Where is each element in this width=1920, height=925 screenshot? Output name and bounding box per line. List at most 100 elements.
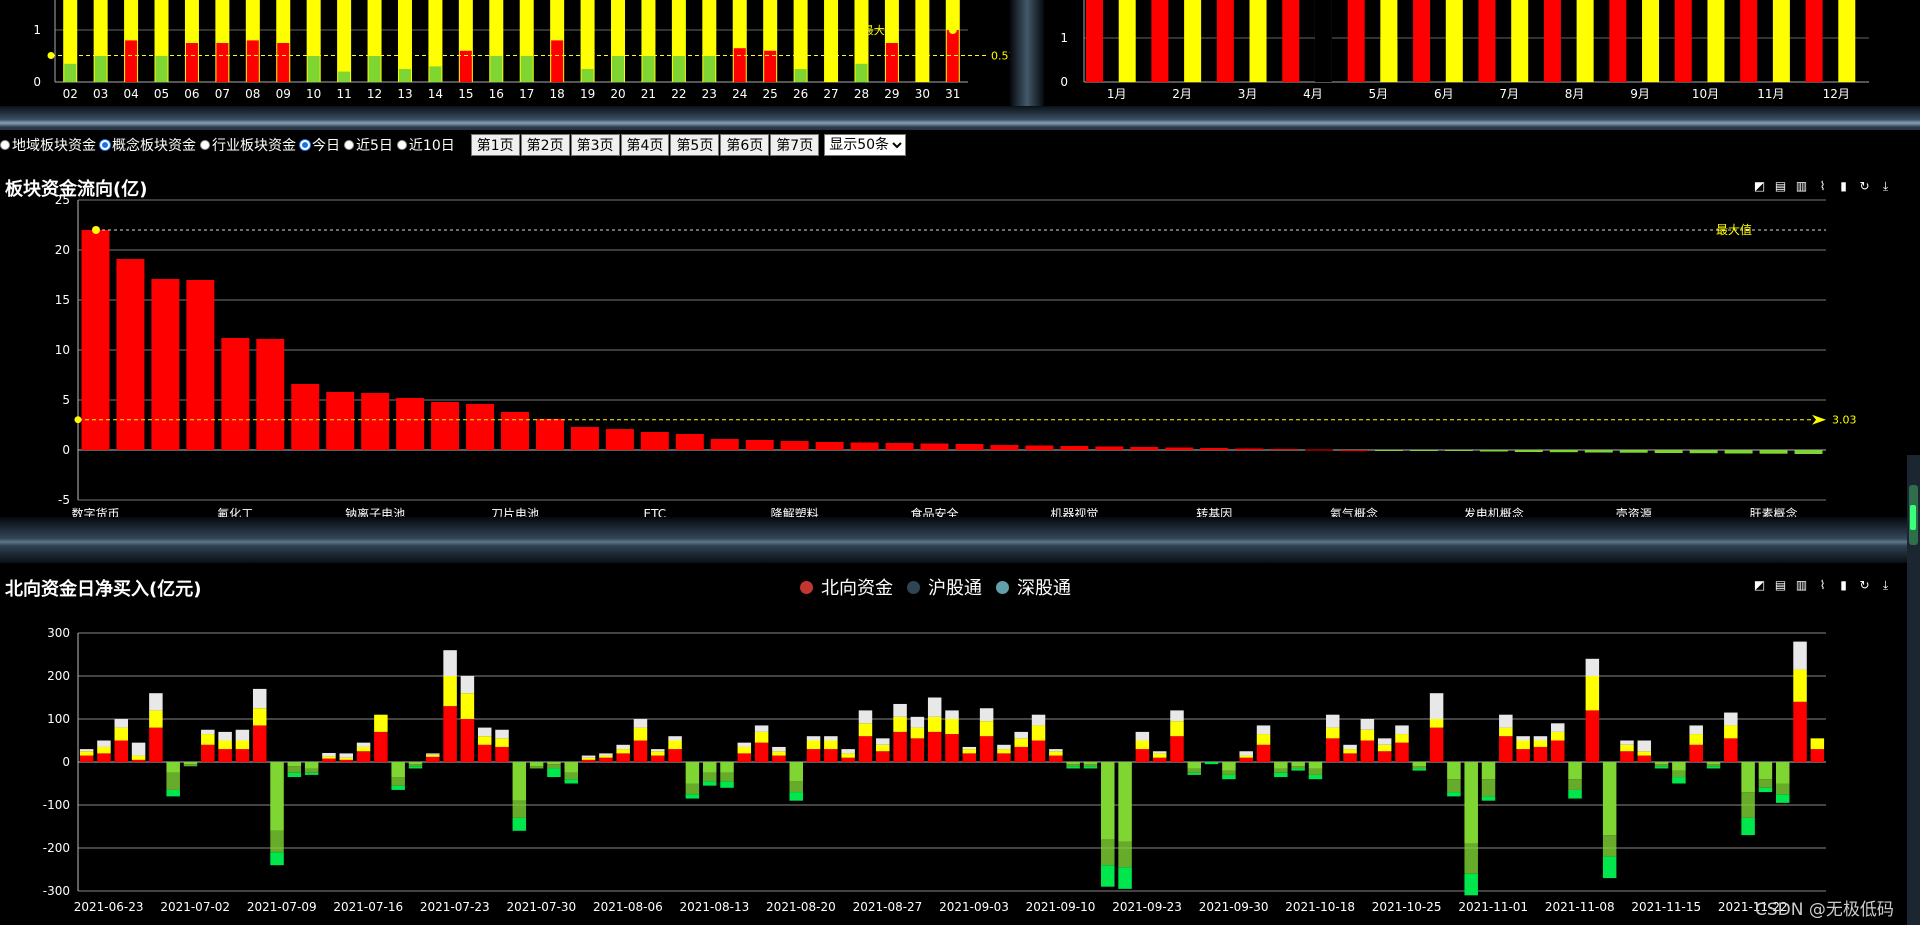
north-bar-segment	[287, 772, 302, 778]
y-tick-label: 1	[1060, 31, 1068, 45]
north-bar-segment	[841, 749, 855, 754]
section-separator	[0, 517, 1920, 565]
north-bar-segment	[1101, 762, 1115, 840]
north-bar-segment	[1239, 755, 1253, 758]
north-bar-segment	[304, 768, 319, 773]
north-bar-segment	[772, 751, 786, 756]
north-bar-segment	[460, 719, 475, 762]
radio-concept[interactable]: 概念板块资金	[100, 135, 196, 155]
north-bar-segment	[1014, 731, 1028, 739]
page-7-button[interactable]: 第7页	[770, 134, 820, 156]
legend-item-sh[interactable]: 沪股通	[907, 574, 982, 600]
north-bar-segment	[114, 727, 129, 741]
x-tick-label: 2021-11-15	[1631, 900, 1701, 914]
daily-bar	[185, 43, 198, 82]
daily-bar	[338, 71, 351, 82]
north-bar-segment	[962, 753, 977, 762]
north-bar-segment	[235, 729, 250, 741]
north-bar-segment	[1118, 841, 1132, 868]
radio-checked-icon	[100, 140, 110, 150]
north-bar-segment	[1602, 762, 1617, 836]
x-tick-label: 20	[610, 87, 625, 101]
radio-region[interactable]: 地域板块资金	[0, 135, 96, 155]
north-bar-segment	[443, 676, 457, 707]
north-bar-segment	[1499, 727, 1513, 737]
north-bar-segment	[1256, 744, 1271, 762]
sector-bar	[920, 443, 949, 450]
north-chart-panel: 北向资金日净买入(亿元) ◩ ▤ ▥ ⌇ ▮ ↻ ⤓ -300 -200 -100 0 100 200…	[0, 563, 1920, 925]
north-bar-segment	[183, 762, 198, 765]
north-bar-segment	[1274, 762, 1288, 769]
north-bar-segment	[1170, 721, 1184, 737]
x-tick-label: 05	[154, 87, 169, 101]
x-tick-label: 7月	[1499, 87, 1519, 101]
north-bar-segment	[685, 762, 700, 784]
page-1-button[interactable]: 第1页	[470, 134, 520, 156]
page-size-select[interactable]: 显示50条	[824, 134, 907, 156]
x-tick-label: 9月	[1630, 87, 1650, 101]
north-bar-segment	[1533, 740, 1548, 747]
north-bar-segment	[806, 736, 821, 741]
north-bar-segment	[1637, 755, 1652, 762]
north-bar-segment	[1326, 714, 1340, 728]
radio-5days[interactable]: 近5日	[344, 135, 393, 155]
north-bar-segment	[979, 708, 994, 722]
north-bar-segment	[1066, 762, 1080, 765]
daily-bar	[855, 63, 868, 82]
page-6-button[interactable]: 第6页	[720, 134, 770, 156]
x-tick-label: 2月	[1172, 87, 1192, 101]
radio-10days[interactable]: 近10日	[396, 135, 455, 155]
radio-label: 地域板块资金	[12, 138, 96, 154]
legend-item-sz[interactable]: 深股通	[996, 574, 1071, 600]
north-bar-segment	[720, 762, 734, 773]
north-bar-segment	[1308, 768, 1323, 775]
sector-bar	[1409, 450, 1438, 451]
x-tick-label: 29	[884, 87, 899, 101]
daily-bar	[429, 66, 442, 82]
north-bar-segment	[668, 736, 682, 741]
north-bar-segment	[1135, 740, 1150, 750]
x-tick-label: 1月	[1107, 87, 1127, 101]
north-bar-segment	[1568, 779, 1582, 790]
north-bar-segment	[1326, 727, 1340, 739]
north-bar-segment	[252, 708, 267, 726]
x-tick-label: 3月	[1238, 87, 1258, 101]
daily-bar	[368, 56, 381, 82]
page-4-button[interactable]: 第4页	[620, 134, 670, 156]
monthly-bar-b	[1838, 0, 1856, 82]
page-5-button[interactable]: 第5页	[670, 134, 720, 156]
page-scrollbar[interactable]	[1907, 455, 1920, 925]
north-bar-segment	[1343, 753, 1357, 762]
x-tick-label: 4月	[1303, 87, 1323, 101]
north-bar-segment	[1170, 736, 1184, 762]
daily-bg-bar	[824, 0, 839, 82]
sector-bar	[1724, 450, 1753, 454]
radio-label: 近10日	[408, 138, 455, 154]
north-bar-segment	[166, 762, 180, 773]
north-bar-segment	[616, 753, 630, 762]
north-bar-segment	[737, 742, 752, 747]
north-bar-segment	[581, 757, 596, 760]
monthly-bar-a	[1478, 0, 1496, 82]
north-bar-segment	[1377, 744, 1392, 752]
legend-item-north[interactable]: 北向资金	[800, 574, 893, 600]
north-bar-segment	[218, 731, 232, 741]
page-2-button[interactable]: 第2页	[520, 134, 570, 156]
monthly-bar-a	[1086, 0, 1103, 82]
monthly-bar-b	[1184, 0, 1202, 82]
north-bar-segment	[1170, 710, 1184, 722]
north-bar-segment	[1810, 749, 1825, 762]
north-bar-segment	[1360, 740, 1375, 762]
radio-icon	[344, 140, 354, 150]
page-3-button[interactable]: 第3页	[570, 134, 620, 156]
north-bar-segment	[754, 731, 769, 743]
north-bar-segment	[616, 744, 630, 750]
average-marker	[47, 51, 55, 59]
monthly-bar-b	[1707, 0, 1725, 82]
x-tick-label: 2021-08-06	[593, 900, 663, 914]
x-tick-label: 30	[915, 87, 930, 101]
north-bar-segment	[564, 762, 578, 773]
radio-industry[interactable]: 行业板块资金	[200, 135, 296, 155]
radio-today[interactable]: 今日	[300, 135, 340, 155]
x-tick-label: 17	[519, 87, 534, 101]
